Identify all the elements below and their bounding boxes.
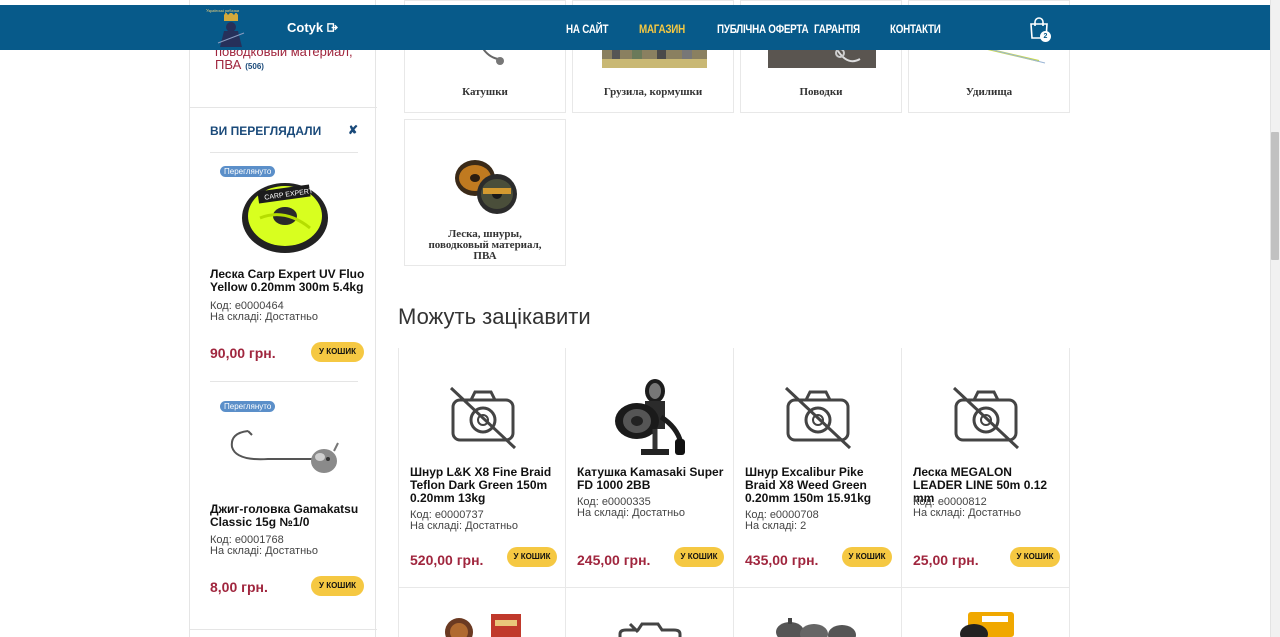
product-stock: На складі: Достатньо (577, 507, 686, 519)
reel-icon (615, 379, 685, 455)
viewed-item-stock: На складі: Достатньо (210, 311, 319, 323)
add-to-cart-button[interactable]: У КОШИК (674, 547, 724, 567)
product-price: 435,00 грн. (745, 552, 819, 568)
product-card: Шнур Excalibur Pike Braid X8 Weed Green … (734, 348, 902, 588)
category-label: Удилища (965, 86, 1013, 98)
viewed-item-price: 8,00 грн. (210, 579, 268, 595)
product-stock: На складі: 2 (745, 520, 807, 532)
cart-button[interactable]: 2 (1029, 17, 1051, 43)
viewed-badge: Переглянуто (220, 166, 276, 177)
add-to-cart-button[interactable]: У КОШИК (507, 547, 557, 567)
viewed-item-stock: На складі: Достатньо (210, 545, 319, 557)
category-card-lines[interactable]: Леска, шнуры, поводковый материал, ПВА (404, 119, 566, 266)
user-name: Cotyk (287, 20, 324, 35)
no-photo-icon (952, 386, 1020, 450)
jig-head-image[interactable] (228, 421, 340, 477)
sidebar-category-count: (506) (245, 62, 264, 71)
category-label: Леска, шнуры, поводковый материал, ПВА (428, 228, 542, 262)
main-nav: На сайт Магазин Публічна оферта Гарантія… (566, 22, 952, 36)
product-card: Катушка Kamasaki Super FD 1000 2BB Код: … (566, 348, 734, 588)
viewed-item-name[interactable]: Джиг-головка Gamakatsu Classic 15g №1/0 (210, 503, 365, 529)
site-logo[interactable]: Українські рибалки (206, 8, 256, 48)
product-price: 520,00 грн. (410, 552, 484, 568)
divider (190, 107, 377, 108)
nav-shop[interactable]: Магазин (639, 22, 685, 36)
sidebar: поводковый материал, ПВА (506) ВИ ПЕРЕГЛЯ… (189, 0, 377, 637)
divider (190, 629, 377, 630)
product-image[interactable] (768, 618, 860, 637)
scrollbar-thumb[interactable] (1271, 132, 1279, 260)
product-image[interactable] (399, 378, 567, 458)
page-scrollbar[interactable] (1270, 0, 1280, 637)
product-card: Шнур L&K X8 Fine Braid Teflon Dark Green… (398, 348, 566, 588)
product-image[interactable] (958, 612, 1020, 637)
product-image[interactable] (902, 378, 1070, 458)
section-title: Можуть зацікавити (398, 304, 591, 329)
nav-contacts[interactable]: Контакти (890, 22, 941, 36)
nav-warranty[interactable]: Гарантія (814, 22, 860, 36)
product-image[interactable] (443, 610, 525, 637)
add-to-cart-button[interactable]: У КОШИК (842, 547, 892, 567)
add-to-cart-button[interactable]: У КОШИК (311, 342, 364, 362)
product-stock: На складі: Достатньо (913, 507, 1022, 519)
viewed-title: ВИ ПЕРЕГЛЯДАЛИ (210, 124, 322, 138)
product-card (566, 588, 734, 637)
viewed-item-name[interactable]: Леска Carp Expert UV Fluo Yellow 0.20mm … (210, 268, 365, 294)
product-name[interactable]: Катушка Kamasaki Super FD 1000 2BB (577, 466, 727, 492)
category-label: Катушки (462, 86, 508, 98)
logout-icon[interactable] (327, 22, 339, 33)
product-image[interactable] (566, 378, 734, 458)
viewed-item-price: 90,00 грн. (210, 345, 276, 361)
cart-count-badge: 2 (1040, 31, 1051, 42)
product-name[interactable]: Шнур Excalibur Pike Braid X8 Weed Green … (745, 466, 895, 505)
add-to-cart-button[interactable]: У КОШИК (311, 576, 364, 596)
divider (210, 152, 358, 153)
add-to-cart-button[interactable]: У КОШИК (1010, 547, 1060, 567)
divider (210, 381, 358, 382)
close-icon[interactable]: ✘ (348, 123, 358, 137)
no-photo-icon (784, 386, 852, 450)
nav-home[interactable]: На сайт (566, 22, 609, 36)
product-card (734, 588, 902, 637)
product-card (398, 588, 566, 637)
product-price: 245,00 грн. (577, 552, 651, 568)
product-stock: На складі: Достатньо (410, 520, 519, 532)
product-card: Леска MEGALON LEADER LINE 50m 0.12 mm Ко… (902, 348, 1070, 588)
fishing-line-spools-image (455, 160, 517, 214)
category-label: Поводки (799, 86, 843, 98)
nav-public-offer[interactable]: Публічна оферта (717, 22, 809, 36)
viewed-badge: Переглянуто (220, 401, 276, 412)
category-label: Грузила, кормушки (603, 86, 703, 98)
product-image[interactable] (734, 378, 902, 458)
viewed-item: Переглянуто CARP EXPERT Леска Carp Exper… (210, 160, 365, 375)
no-photo-icon[interactable] (616, 622, 684, 637)
product-card (902, 588, 1070, 637)
viewed-item: Переглянуто Джиг-головка Gamakatsu Class… (210, 395, 365, 605)
product-name[interactable]: Шнур L&K X8 Fine Braid Teflon Dark Green… (410, 466, 560, 505)
product-price: 25,00 грн. (913, 552, 979, 568)
no-photo-icon (449, 386, 517, 450)
fisherman-logo-icon (217, 13, 245, 47)
user-account-link[interactable]: Cotyk (287, 20, 339, 35)
fishing-line-spool-image[interactable]: CARP EXPERT (240, 178, 330, 254)
top-navigation-bar: Українські рибалки Cotyk На сайт Магазин… (0, 5, 1270, 50)
